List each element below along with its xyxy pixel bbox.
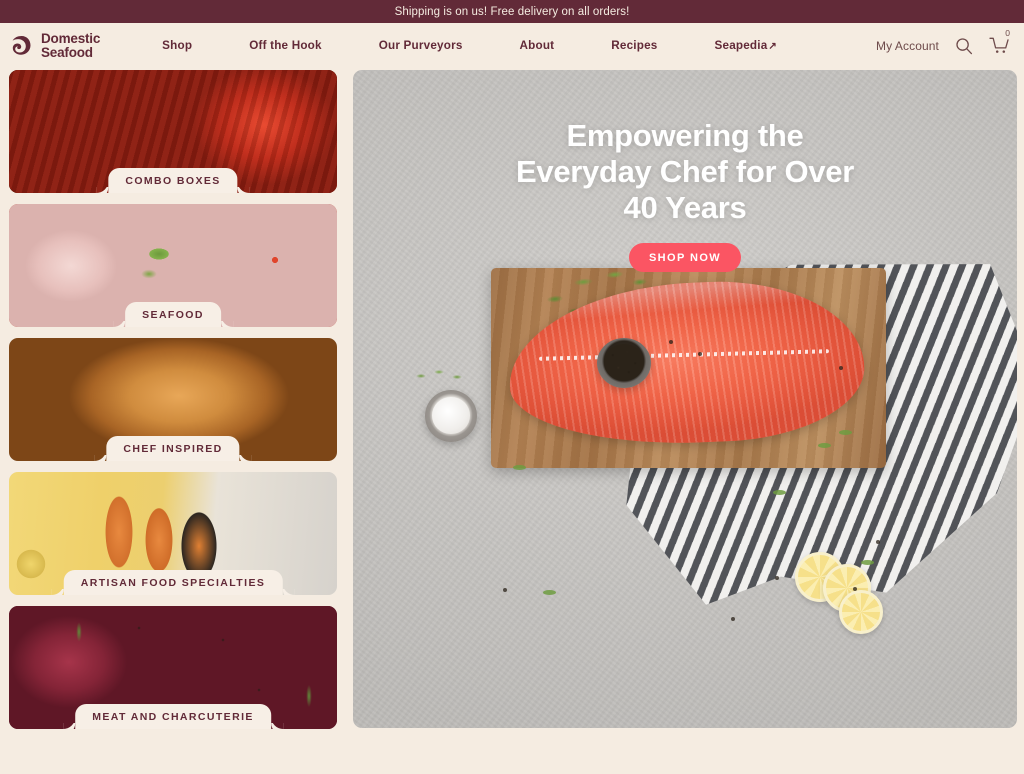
category-card-column: COMBO BOXES SEAFOOD CHEF INSPIRED ARTISA… (9, 70, 337, 774)
peppercorn-crumb (698, 352, 702, 356)
category-card-meat-and-charcuterie[interactable]: MEAT AND CHARCUTERIE (9, 606, 337, 729)
site-header: Domestic Seafood Shop Off the Hook Our P… (0, 23, 1024, 68)
category-card-seafood[interactable]: SEAFOOD (9, 204, 337, 327)
nav-item-off-the-hook[interactable]: Off the Hook (249, 33, 322, 58)
peppercorn-crumb (669, 340, 673, 344)
category-card-combo-boxes[interactable]: COMBO BOXES (9, 70, 337, 193)
hero-title: Empowering the Everyday Chef for Over 40… (516, 118, 854, 225)
nav-item-seapedia[interactable]: Seapedia↗ (715, 33, 778, 58)
cart-count-badge: 0 (1005, 28, 1010, 38)
category-card-chef-inspired[interactable]: CHEF INSPIRED (9, 338, 337, 461)
my-account-link[interactable]: My Account (876, 39, 939, 53)
nav-item-recipes[interactable]: Recipes (611, 33, 657, 58)
nav-label-shop: Shop (162, 39, 193, 52)
brand-logo[interactable]: Domestic Seafood (10, 32, 100, 59)
external-link-icon: ↗ (768, 41, 778, 52)
salt-bowl (425, 390, 477, 442)
nav-label-off-the-hook: Off the Hook (249, 39, 322, 52)
micro-green-sprout (543, 590, 556, 595)
main-navigation: Shop Off the Hook Our Purveyors About Re… (162, 33, 876, 58)
peppercorn-crumb (731, 617, 735, 621)
header-actions: My Account 0 (876, 29, 1011, 56)
nav-label-about: About (519, 39, 555, 52)
micro-green-sprout (773, 490, 786, 495)
micro-green-sprout (818, 443, 831, 448)
fish-logo-icon (12, 36, 31, 55)
micro-green-sprout (861, 560, 874, 565)
announcement-text: Shipping is on us! Free delivery on all … (394, 5, 630, 18)
category-label-meat-and-charcuterie: MEAT AND CHARCUTERIE (75, 704, 271, 729)
peppercorn-bowl (597, 338, 651, 388)
cart-button[interactable]: 0 (989, 29, 1011, 56)
shop-now-button[interactable]: SHOP NOW (628, 243, 742, 272)
category-label-chef-inspired: CHEF INSPIRED (106, 436, 240, 461)
micro-green-sprout (513, 465, 526, 470)
peppercorn-crumb (839, 366, 843, 370)
main-content: COMBO BOXES SEAFOOD CHEF INSPIRED ARTISA… (0, 68, 1024, 774)
category-label-combo-boxes: COMBO BOXES (108, 168, 238, 193)
hero-column: Empowering the Everyday Chef for Over 40… (353, 70, 1017, 774)
micro-green-sprout (839, 430, 852, 435)
thyme-sprig (411, 368, 473, 386)
hero-banner: Empowering the Everyday Chef for Over 40… (353, 70, 1017, 728)
announcement-bar: Shipping is on us! Free delivery on all … (0, 0, 1024, 23)
nav-label-recipes: Recipes (611, 39, 658, 52)
nav-label-seapedia: Seapedia (714, 39, 768, 52)
search-button[interactable] (955, 37, 973, 55)
category-label-artisan-food-specialties: ARTISAN FOOD SPECIALTIES (63, 570, 283, 595)
search-icon (956, 37, 973, 54)
nav-item-shop[interactable]: Shop (162, 33, 192, 58)
lemon-slice (839, 590, 883, 634)
peppercorn-crumb (876, 540, 880, 544)
nav-item-our-purveyors[interactable]: Our Purveyors (379, 33, 463, 58)
peppercorn-crumb (503, 588, 507, 592)
category-label-seafood: SEAFOOD (125, 302, 221, 327)
peppercorn-crumb (853, 587, 857, 591)
category-card-artisan-food-specialties[interactable]: ARTISAN FOOD SPECIALTIES (9, 472, 337, 595)
brand-name: Domestic Seafood (41, 31, 101, 60)
peppercorn-crumb (775, 576, 779, 580)
nav-item-about[interactable]: About (520, 33, 555, 58)
nav-label-our-purveyors: Our Purveyors (378, 39, 463, 52)
cart-icon (989, 37, 1009, 53)
hero-copy-block: Empowering the Everyday Chef for Over 40… (353, 118, 1017, 272)
